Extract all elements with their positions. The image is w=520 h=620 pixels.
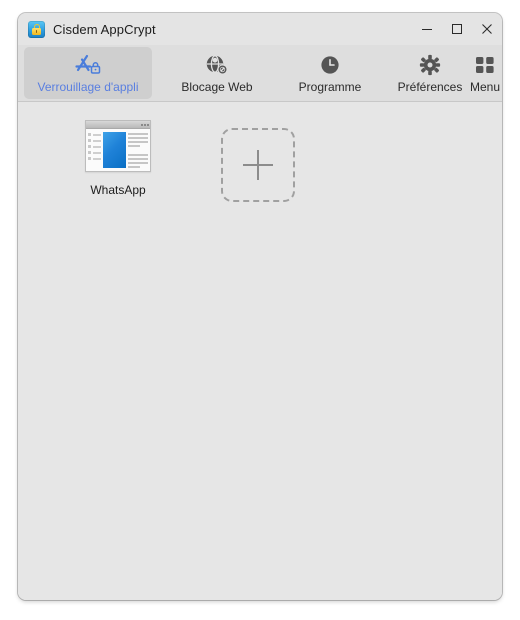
- padlock-icon: [28, 20, 45, 38]
- icon-titlebar-dot: [140, 123, 143, 126]
- icon-titlebar: [86, 121, 150, 129]
- clock-icon: [319, 53, 341, 77]
- tab-menu-label: Menu: [469, 79, 501, 94]
- add-app-dashed-box: [221, 128, 295, 202]
- close-icon: [482, 24, 492, 34]
- icon-body: [86, 129, 150, 171]
- icon-sidebar-row: [88, 151, 101, 154]
- window-controls: [412, 13, 502, 45]
- tab-schedule-label: Programme: [298, 79, 362, 94]
- tab-schedule[interactable]: Programme: [280, 47, 380, 99]
- grid-dots-icon: [474, 53, 496, 77]
- app-lock-icon: [75, 53, 101, 77]
- window-titlebar[interactable]: Cisdem AppCrypt: [18, 13, 502, 45]
- tab-app-lock-label: Verrouillage d'appli: [37, 79, 139, 94]
- app-list-area: WhatsApp: [18, 102, 502, 600]
- add-app-button[interactable]: [188, 120, 328, 230]
- icon-sidebar-row: [88, 157, 101, 160]
- icon-text-lines: [128, 132, 148, 168]
- main-toolbar: Verrouillage d'appli Blocage Web Program…: [18, 45, 502, 102]
- plus-icon-vertical: [257, 150, 259, 180]
- tab-menu[interactable]: Menu: [458, 47, 502, 99]
- tab-app-lock[interactable]: Verrouillage d'appli: [24, 47, 152, 99]
- tab-preferences-label: Préférences: [397, 79, 463, 94]
- window-title: Cisdem AppCrypt: [53, 21, 156, 37]
- minimize-icon: [422, 29, 432, 30]
- icon-sidebar-row: [88, 145, 101, 148]
- close-button[interactable]: [472, 13, 502, 45]
- globe-block-icon: [205, 53, 229, 77]
- icon-sidebar-row: [88, 133, 101, 136]
- minimize-button[interactable]: [412, 13, 442, 45]
- titlebar-left-group: Cisdem AppCrypt: [18, 20, 156, 38]
- maximize-icon: [452, 24, 462, 34]
- tab-web-block[interactable]: Blocage Web: [158, 47, 276, 99]
- app-tile-whatsapp[interactable]: WhatsApp: [48, 120, 188, 230]
- app-tile-label: WhatsApp: [90, 183, 146, 197]
- icon-main-panel: [103, 132, 126, 168]
- icon-titlebar-dot: [143, 123, 146, 126]
- generic-app-window-icon: [85, 120, 151, 172]
- gear-icon: [419, 53, 441, 77]
- maximize-button[interactable]: [442, 13, 472, 45]
- app-window: Cisdem AppCrypt Verrouillage d'appli Blo…: [18, 13, 502, 600]
- icon-sidebar: [88, 132, 101, 168]
- icon-sidebar-row: [88, 139, 101, 142]
- app-tile-grid: WhatsApp: [18, 120, 502, 230]
- tab-web-block-label: Blocage Web: [181, 79, 253, 94]
- icon-titlebar-dot: [146, 123, 149, 126]
